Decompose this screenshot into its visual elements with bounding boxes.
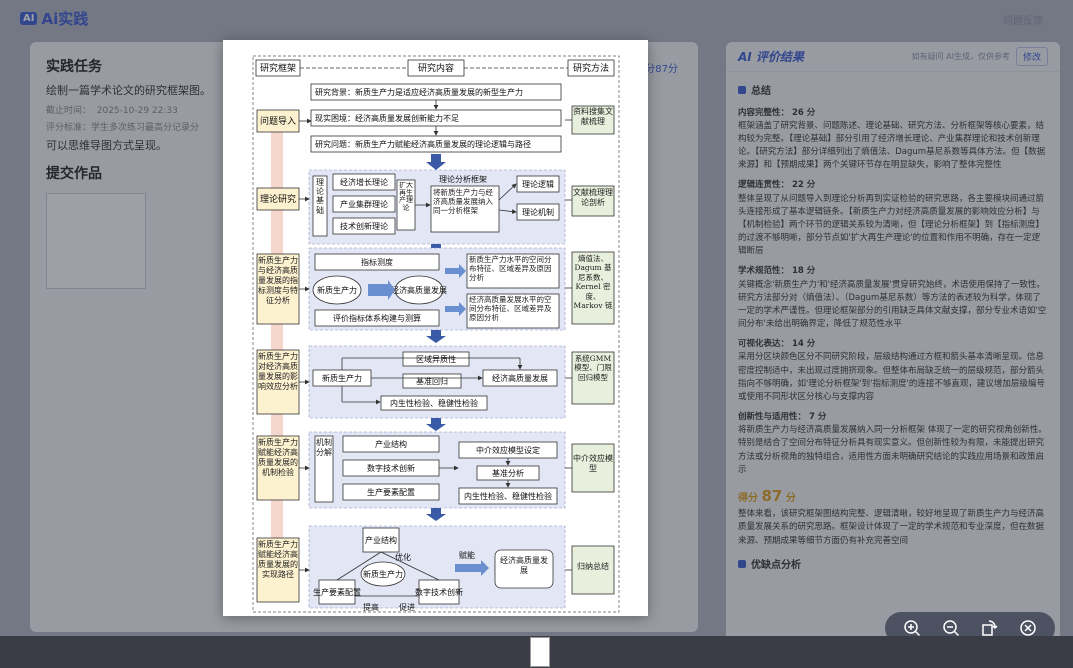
s2-merge: 将新质生产力与经济高质量发展纳入同一分析框架	[433, 188, 493, 215]
step-5: 新质生产力赋能经济高质量发展的机制检验	[258, 438, 298, 477]
s6-np: 新质生产力	[363, 569, 403, 579]
method-5: 中介效应模型	[573, 454, 613, 473]
header-mid: 研究内容	[418, 62, 454, 74]
s6-ind: 产业结构	[365, 535, 397, 545]
s1-question: 研究问题：新质生产力赋能经济高质量发展的理论逻辑与路径	[315, 139, 531, 149]
s4-eq: 经济高质量发展	[492, 373, 548, 383]
down-arrow-icon	[426, 154, 446, 170]
s5-set: 中介效应模型设定	[476, 445, 540, 455]
step-1: 问题导入	[260, 115, 296, 127]
header-right: 研究方法	[573, 62, 609, 74]
method-3: 熵值法、Dagum 基尼系数、Kernel 密度、Markov 链	[573, 254, 613, 310]
step-6: 新质生产力赋能经济高质量发展的实现路径	[258, 540, 298, 579]
s2-mech: 理论机制	[522, 207, 554, 217]
method-4: 系统GMM 模型、门限回归模型	[574, 354, 612, 382]
research-framework-diagram: .bx{fill:#fff;stroke:#333;stroke-width:.…	[252, 55, 620, 613]
s1-background: 研究背景：新质生产力是适应经济高质量发展的新型生产力	[315, 87, 523, 97]
s2-logic: 理论逻辑	[522, 179, 554, 189]
s3-eq: 经济高质量发展	[391, 285, 447, 295]
s2-t3: 技术创新理论	[340, 221, 388, 231]
s5-m1: 产业结构	[375, 439, 407, 449]
down-arrow-icon	[426, 508, 446, 521]
s5-emp: 基准分析	[492, 468, 524, 478]
s6-fac: 生产要素配置	[313, 587, 361, 597]
s2-expand: 扩大再生产理论	[399, 182, 413, 213]
s3-eq-space: 经济高质量发展水平的空间分布特征、区域差异及原因分析	[469, 295, 552, 322]
s3-measure: 指标测度	[361, 257, 393, 267]
page-thumbnail[interactable]	[530, 637, 550, 667]
s4-hetero: 区域异质性	[416, 354, 456, 364]
header-left: 研究框架	[260, 62, 296, 74]
step-3: 新质生产力与经济高质量发展的指标测度与特征分析	[258, 256, 298, 305]
s5-m3: 生产要素配置	[367, 487, 415, 497]
s5-mech: 机制分解	[316, 438, 332, 457]
s5-m2: 数字技术创新	[367, 463, 415, 473]
s6-opt: 优化	[395, 552, 411, 562]
s4-np: 新质生产力	[322, 373, 362, 383]
s6-eq: 经济高质量发展	[500, 556, 548, 575]
method-2: 文献梳理理论剖析	[573, 188, 613, 207]
s6-empower: 赋能	[459, 550, 475, 560]
step-4: 新质生产力对经济高质量发展的影响效应分析	[258, 352, 298, 391]
s6-promote: 促进	[399, 602, 415, 612]
s2-t2: 产业集群理论	[340, 199, 388, 209]
step-2: 理论研究	[260, 193, 296, 205]
document-preview: .bx{fill:#fff;stroke:#333;stroke-width:.…	[223, 40, 648, 616]
s4-reg: 基准回归	[416, 376, 448, 386]
s6-tech: 数字技术创新	[415, 587, 463, 597]
s6-up: 提高	[363, 602, 379, 612]
down-arrow-icon	[426, 418, 446, 431]
s5-rob: 内生性检验、稳健性检验	[464, 491, 552, 501]
s2-frame: 理论分析框架	[439, 174, 487, 184]
down-arrow-icon	[426, 330, 446, 343]
method-6: 归纳总结	[577, 562, 609, 571]
s2-t1: 经济增长理论	[340, 177, 388, 187]
s3-np: 新质生产力	[317, 285, 357, 295]
s2-base: 理论基础	[316, 178, 324, 215]
s4-robust: 内生性检验、稳健性检验	[390, 398, 478, 408]
s1-dilemma: 现实困境：经济高质量发展创新能力不足	[315, 113, 459, 123]
s3-np-space: 新质生产力水平的空间分布特征、区域差异及原因分析	[469, 255, 552, 282]
method-1: 资料搜集文献梳理	[573, 107, 613, 126]
s3-build: 评价指标体系构建与测算	[333, 313, 421, 323]
